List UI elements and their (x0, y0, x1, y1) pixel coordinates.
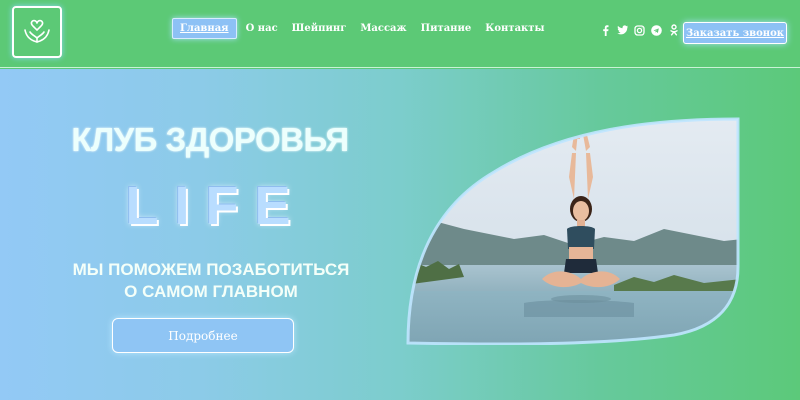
nav-item-about[interactable]: О нас (239, 19, 285, 38)
instagram-icon[interactable] (634, 24, 645, 36)
social-links (600, 24, 679, 36)
logo[interactable] (12, 6, 62, 58)
nav-item-nutrition[interactable]: Питание (414, 19, 479, 38)
hero-section: КЛУБ ЗДОРОВЬЯ LIFE МЫ ПОМОЖЕМ ПОЗАБОТИТЬ… (0, 69, 800, 400)
telegram-icon[interactable] (651, 24, 662, 36)
hero-title: КЛУБ ЗДОРОВЬЯ (71, 121, 349, 158)
odnoklassniki-icon[interactable] (668, 24, 679, 36)
hero-photo (404, 117, 742, 345)
nav-item-massage[interactable]: Массаж (353, 19, 413, 38)
woman-yoga-pose-by-sea-photo (406, 117, 740, 345)
nav-item-shaping[interactable]: Шейпинг (285, 19, 354, 38)
order-call-button[interactable]: Заказать звонок (683, 22, 787, 44)
hero-subtitle: МЫ ПОМОЖЕМ ПОЗАБОТИТЬСЯ О САМОМ ГЛАВНОМ (0, 259, 422, 303)
site-header: Главная О нас Шейпинг Массаж Питание Кон… (0, 0, 800, 68)
hero-subtitle-line2: О САМОМ ГЛАВНОМ (124, 282, 298, 301)
twitter-icon[interactable] (617, 24, 628, 36)
nav-item-home[interactable]: Главная (172, 18, 237, 39)
main-nav: Главная О нас Шейпинг Массаж Питание Кон… (172, 18, 552, 39)
nav-item-contacts[interactable]: Контакты (478, 19, 551, 38)
hands-heart-icon (24, 19, 50, 43)
hero-subtitle-line1: МЫ ПОМОЖЕМ ПОЗАБОТИТЬСЯ (72, 260, 350, 279)
hero-brand: LIFE (125, 176, 307, 236)
facebook-icon[interactable] (600, 24, 611, 36)
more-button[interactable]: Подробнее (112, 318, 294, 353)
